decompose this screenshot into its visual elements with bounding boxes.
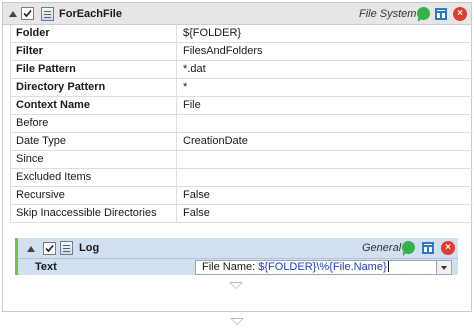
- foreachfile-activity-panel: ForEachFile File System × Folder ${FOLDER…: [2, 2, 473, 312]
- checkbox-checked-icon: [45, 244, 54, 253]
- log-activity-title: Log: [79, 242, 100, 254]
- activity-icon: [60, 241, 73, 255]
- property-value[interactable]: *: [177, 79, 473, 96]
- comment-icon[interactable]: [417, 7, 430, 22]
- collapse-triangle-icon[interactable]: [9, 11, 17, 17]
- comment-icon[interactable]: [402, 241, 415, 256]
- property-row: Excluded Items: [11, 169, 473, 187]
- dropdown-arrow-icon[interactable]: [436, 261, 451, 274]
- property-name: Skip Inaccessible Directories: [11, 205, 177, 222]
- property-row: Before: [11, 115, 473, 133]
- log-activity-category: General: [362, 242, 402, 254]
- property-name: Folder: [11, 25, 177, 42]
- property-name: Filter: [11, 43, 177, 60]
- property-name: Date Type: [11, 133, 177, 150]
- log-text-expression: ${FOLDER}\%{File.Name}: [258, 261, 387, 273]
- property-row: Recursive False: [11, 187, 473, 205]
- log-text-label: Text: [35, 261, 57, 273]
- enable-checkbox[interactable]: [43, 242, 56, 255]
- property-name: Before: [11, 115, 177, 132]
- activity-header: ForEachFile File System ×: [3, 3, 471, 25]
- property-value[interactable]: False: [177, 205, 473, 222]
- property-name: Directory Pattern: [11, 79, 177, 96]
- property-row: Folder ${FOLDER}: [11, 25, 473, 43]
- property-value[interactable]: CreationDate: [177, 133, 473, 150]
- property-value[interactable]: *.dat: [177, 61, 473, 78]
- close-icon[interactable]: ×: [441, 241, 455, 255]
- dock-icon[interactable]: [435, 8, 447, 20]
- activity-category: File System: [359, 8, 417, 20]
- property-row: Date Type CreationDate: [11, 133, 473, 151]
- log-activity-panel: Log General × Text File Name: ${FOLDER}\…: [15, 238, 458, 275]
- close-icon[interactable]: ×: [453, 7, 467, 21]
- activity-icon: [41, 7, 54, 21]
- property-value[interactable]: FilesAndFolders: [177, 43, 473, 60]
- property-name: Recursive: [11, 187, 177, 204]
- checkbox-checked-icon: [23, 9, 32, 18]
- log-text-input[interactable]: File Name: ${FOLDER}\%{File.Name}: [195, 260, 452, 275]
- property-grid: Folder ${FOLDER} Filter FilesAndFolders File…: [10, 25, 473, 223]
- property-row: Context Name File: [11, 97, 473, 115]
- property-row: Directory Pattern *: [11, 79, 473, 97]
- property-row: Skip Inaccessible Directories False: [11, 205, 473, 223]
- property-row: Filter FilesAndFolders: [11, 43, 473, 61]
- dock-icon[interactable]: [422, 242, 434, 254]
- log-text-prefix: File Name:: [202, 261, 259, 273]
- log-activity-header: Log General ×: [18, 238, 458, 259]
- property-value[interactable]: [177, 151, 473, 168]
- log-text-row: Text File Name: ${FOLDER}\%{File.Name}: [18, 259, 458, 275]
- property-row: File Pattern *.dat: [11, 61, 473, 79]
- property-value[interactable]: False: [177, 187, 473, 204]
- enable-checkbox[interactable]: [21, 7, 34, 20]
- drop-target-arrow-icon[interactable]: [229, 282, 243, 289]
- property-value[interactable]: ${FOLDER}: [177, 25, 473, 42]
- text-caret: [387, 261, 389, 272]
- property-value[interactable]: [177, 115, 473, 132]
- property-row: Since: [11, 151, 473, 169]
- activity-title: ForEachFile: [59, 8, 122, 20]
- collapse-triangle-icon[interactable]: [27, 246, 35, 252]
- drop-target-arrow-icon[interactable]: [230, 318, 244, 325]
- property-value[interactable]: File: [177, 97, 473, 114]
- property-name: File Pattern: [11, 61, 177, 78]
- property-name: Excluded Items: [11, 169, 177, 186]
- property-name: Context Name: [11, 97, 177, 114]
- property-value[interactable]: [177, 169, 473, 186]
- property-name: Since: [11, 151, 177, 168]
